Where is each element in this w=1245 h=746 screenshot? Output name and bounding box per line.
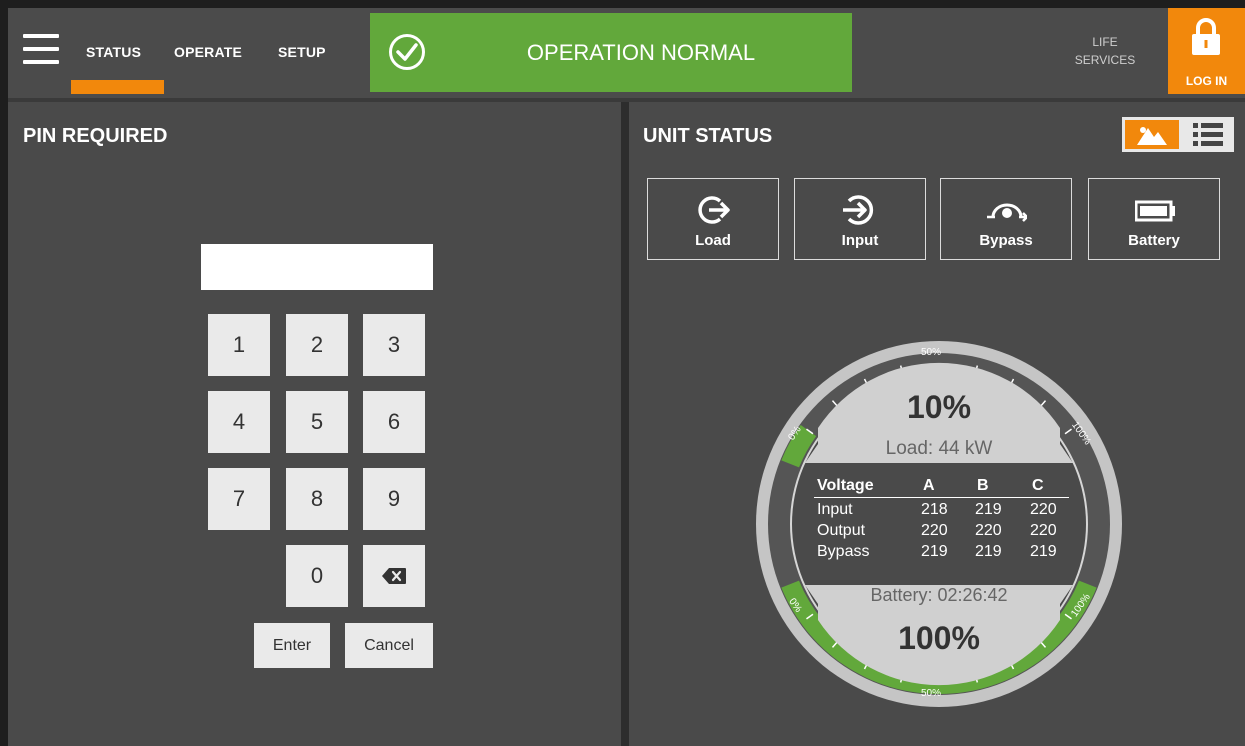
app-frame: STATUS OPERATE SETUP OPERATION NORMAL LI…	[8, 8, 1245, 746]
voltage-header-b: B	[977, 477, 989, 494]
voltage-cell: 220	[1030, 501, 1057, 518]
ups-gauge	[756, 341, 1122, 707]
voltage-cell: 220	[975, 522, 1002, 539]
voltage-cell: 220	[1030, 522, 1057, 539]
voltage-header-c: C	[1032, 477, 1044, 494]
battery-percent: 100%	[898, 620, 980, 656]
voltage-cell: 218	[921, 501, 948, 518]
voltage-header-a: A	[923, 477, 935, 494]
load-percent: 10%	[906, 389, 972, 425]
voltage-header-divider	[814, 497, 1069, 498]
voltage-cell: 219	[1030, 543, 1057, 560]
voltage-cell: 220	[921, 522, 948, 539]
voltage-cell: 219	[975, 501, 1002, 518]
voltage-header-label: Voltage	[817, 477, 874, 494]
battery-runtime: Battery: 02:26:42	[870, 585, 1008, 605]
voltage-cell: 219	[921, 543, 948, 560]
load-kw: Load: 44 kW	[885, 438, 993, 459]
voltage-row-label: Input	[817, 501, 853, 518]
voltage-row-label: Output	[817, 522, 866, 539]
voltage-row-label: Bypass	[817, 543, 870, 560]
battery-scale-mid: 50%	[920, 688, 941, 699]
voltage-cell: 219	[975, 543, 1002, 560]
load-scale-mid: 50%	[920, 347, 941, 358]
